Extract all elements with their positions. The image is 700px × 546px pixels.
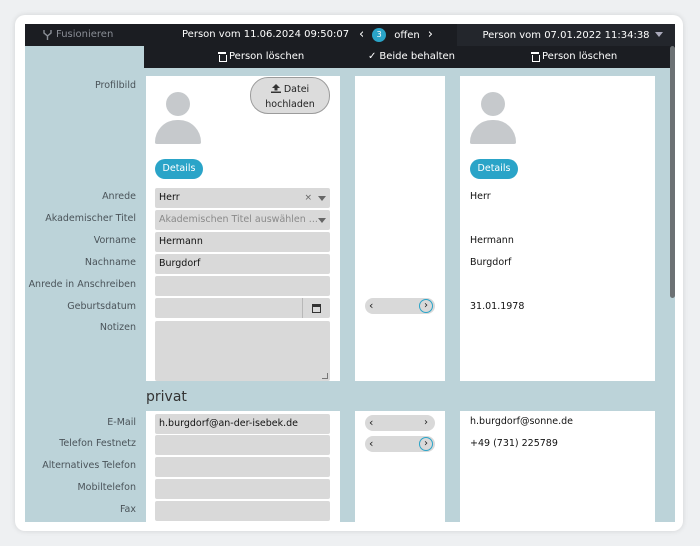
label-anrede: Anrede bbox=[102, 191, 136, 202]
action-bar: Person löschen ✓ Beide behalten Person l… bbox=[144, 46, 675, 68]
akademischer-titel-select[interactable]: Akademischen Titel auswählen ... bbox=[155, 210, 330, 230]
label-notizen: Notizen bbox=[99, 322, 136, 333]
label-fax: Fax bbox=[119, 504, 136, 515]
calendar-button[interactable] bbox=[302, 298, 330, 318]
upload-icon bbox=[270, 84, 281, 93]
merge-button[interactable]: Fusionieren bbox=[43, 29, 113, 40]
titel-select-icons bbox=[318, 210, 326, 230]
upload-label-2: hochladen bbox=[265, 99, 315, 110]
nachname-input[interactable]: Burgdorf bbox=[155, 254, 330, 274]
upload-label-1: Datei bbox=[283, 84, 310, 95]
label-akademischer-titel: Akademischer Titel bbox=[45, 213, 136, 224]
label-vorname: Vorname bbox=[93, 235, 136, 246]
open-count-badge: 3 bbox=[372, 28, 387, 42]
chevron-right-icon[interactable]: › bbox=[419, 416, 433, 430]
right-email-value: h.burgdorf@sonne.de bbox=[470, 416, 573, 427]
fax-input[interactable] bbox=[155, 501, 330, 521]
upload-file-button[interactable]: Datei hochladen bbox=[250, 77, 330, 114]
right-telefon-festnetz-value: +49 (731) 225789 bbox=[470, 438, 558, 449]
chevron-down-icon bbox=[318, 217, 326, 223]
delete-right-label: Person löschen bbox=[542, 51, 618, 62]
keep-both-button[interactable]: ✓ Beide behalten bbox=[368, 51, 455, 62]
trash-icon bbox=[531, 52, 540, 62]
left-person-title: Person vom 11.06.2024 09:50:07 bbox=[182, 29, 350, 40]
chevron-right-icon[interactable]: › bbox=[419, 437, 433, 451]
right-person-title: Person vom 07.01.2022 11:34:38 bbox=[482, 29, 650, 41]
chevron-down-icon bbox=[655, 32, 663, 37]
resize-grip-icon[interactable] bbox=[322, 373, 328, 379]
delete-right-person-button[interactable]: Person löschen bbox=[531, 51, 617, 62]
prev-record-button[interactable]: ‹ bbox=[359, 26, 364, 44]
notizen-textarea[interactable] bbox=[155, 321, 330, 381]
label-telefon-festnetz: Telefon Festnetz bbox=[59, 438, 136, 449]
anrede-select-icons: × bbox=[304, 188, 326, 208]
scrollbar[interactable] bbox=[670, 46, 675, 298]
anrede-anschreiben-input[interactable] bbox=[155, 276, 330, 296]
telefon-festnetz-toggle[interactable]: ‹ › bbox=[365, 436, 435, 452]
label-mobiltelefon: Mobiltelefon bbox=[77, 482, 136, 493]
merge-icon bbox=[43, 29, 52, 40]
top-bar: Fusionieren Person vom 11.06.2024 09:50:… bbox=[25, 24, 675, 46]
vorname-input[interactable]: Hermann bbox=[155, 232, 330, 252]
geburtsdatum-input[interactable] bbox=[155, 298, 330, 318]
mobiltelefon-input[interactable] bbox=[155, 479, 330, 499]
merge-label: Fusionieren bbox=[56, 29, 114, 40]
right-anrede-value: Herr bbox=[470, 191, 491, 202]
label-anrede-anschreiben: Anrede in Anschreiben bbox=[28, 279, 136, 290]
label-geburtsdatum: Geburtsdatum bbox=[67, 301, 136, 312]
anrede-value: Herr bbox=[159, 192, 180, 203]
left-avatar bbox=[155, 92, 201, 146]
right-person-select[interactable]: Person vom 07.01.2022 11:34:38 bbox=[457, 24, 675, 46]
open-label: offen bbox=[394, 29, 420, 41]
label-email: E-Mail bbox=[107, 417, 136, 428]
email-toggle[interactable]: ‹ › bbox=[365, 415, 435, 431]
chevron-left-icon[interactable]: ‹ bbox=[369, 416, 373, 430]
right-vorname-value: Hermann bbox=[470, 235, 514, 246]
right-nachname-value: Burgdorf bbox=[470, 257, 512, 268]
right-avatar bbox=[470, 92, 516, 146]
upload-button-line1: Datei bbox=[251, 82, 329, 97]
delete-left-label: Person löschen bbox=[229, 51, 305, 62]
label-nachname: Nachname bbox=[84, 257, 136, 268]
telefon-festnetz-input[interactable] bbox=[155, 435, 330, 455]
delete-left-person-button[interactable]: Person löschen bbox=[218, 51, 304, 62]
check-icon: ✓ bbox=[368, 51, 377, 62]
record-navigation: ‹ 3 offen › bbox=[359, 26, 433, 44]
keep-both-label: Beide behalten bbox=[379, 51, 456, 62]
chevron-left-icon[interactable]: ‹ bbox=[369, 299, 373, 313]
clear-icon[interactable]: × bbox=[304, 188, 312, 208]
label-profilbild: Profilbild bbox=[94, 80, 136, 91]
geburtsdatum-toggle[interactable]: ‹ › bbox=[365, 298, 435, 314]
chevron-left-icon[interactable]: ‹ bbox=[369, 437, 373, 451]
next-record-button[interactable]: › bbox=[428, 26, 433, 44]
chevron-right-icon[interactable]: › bbox=[419, 299, 433, 313]
merge-app: Fusionieren Person vom 11.06.2024 09:50:… bbox=[25, 24, 675, 522]
email-input[interactable]: h.burgdorf@an-der-isebek.de bbox=[155, 414, 330, 434]
calendar-icon bbox=[312, 303, 321, 313]
right-panel-privat bbox=[460, 411, 655, 522]
anrede-select[interactable]: Herr × bbox=[155, 188, 330, 208]
trash-icon bbox=[218, 52, 227, 62]
alternatives-telefon-input[interactable] bbox=[155, 457, 330, 477]
titel-placeholder: Akademischen Titel auswählen ... bbox=[159, 214, 318, 225]
chevron-down-icon bbox=[318, 195, 326, 201]
section-privat-title: privat bbox=[146, 389, 187, 405]
label-alternatives-telefon: Alternatives Telefon bbox=[42, 460, 136, 471]
right-geburtsdatum-value: 31.01.1978 bbox=[470, 301, 525, 312]
right-details-button[interactable]: Details bbox=[470, 159, 518, 179]
middle-panel-main bbox=[355, 76, 445, 381]
left-details-button[interactable]: Details bbox=[155, 159, 203, 179]
